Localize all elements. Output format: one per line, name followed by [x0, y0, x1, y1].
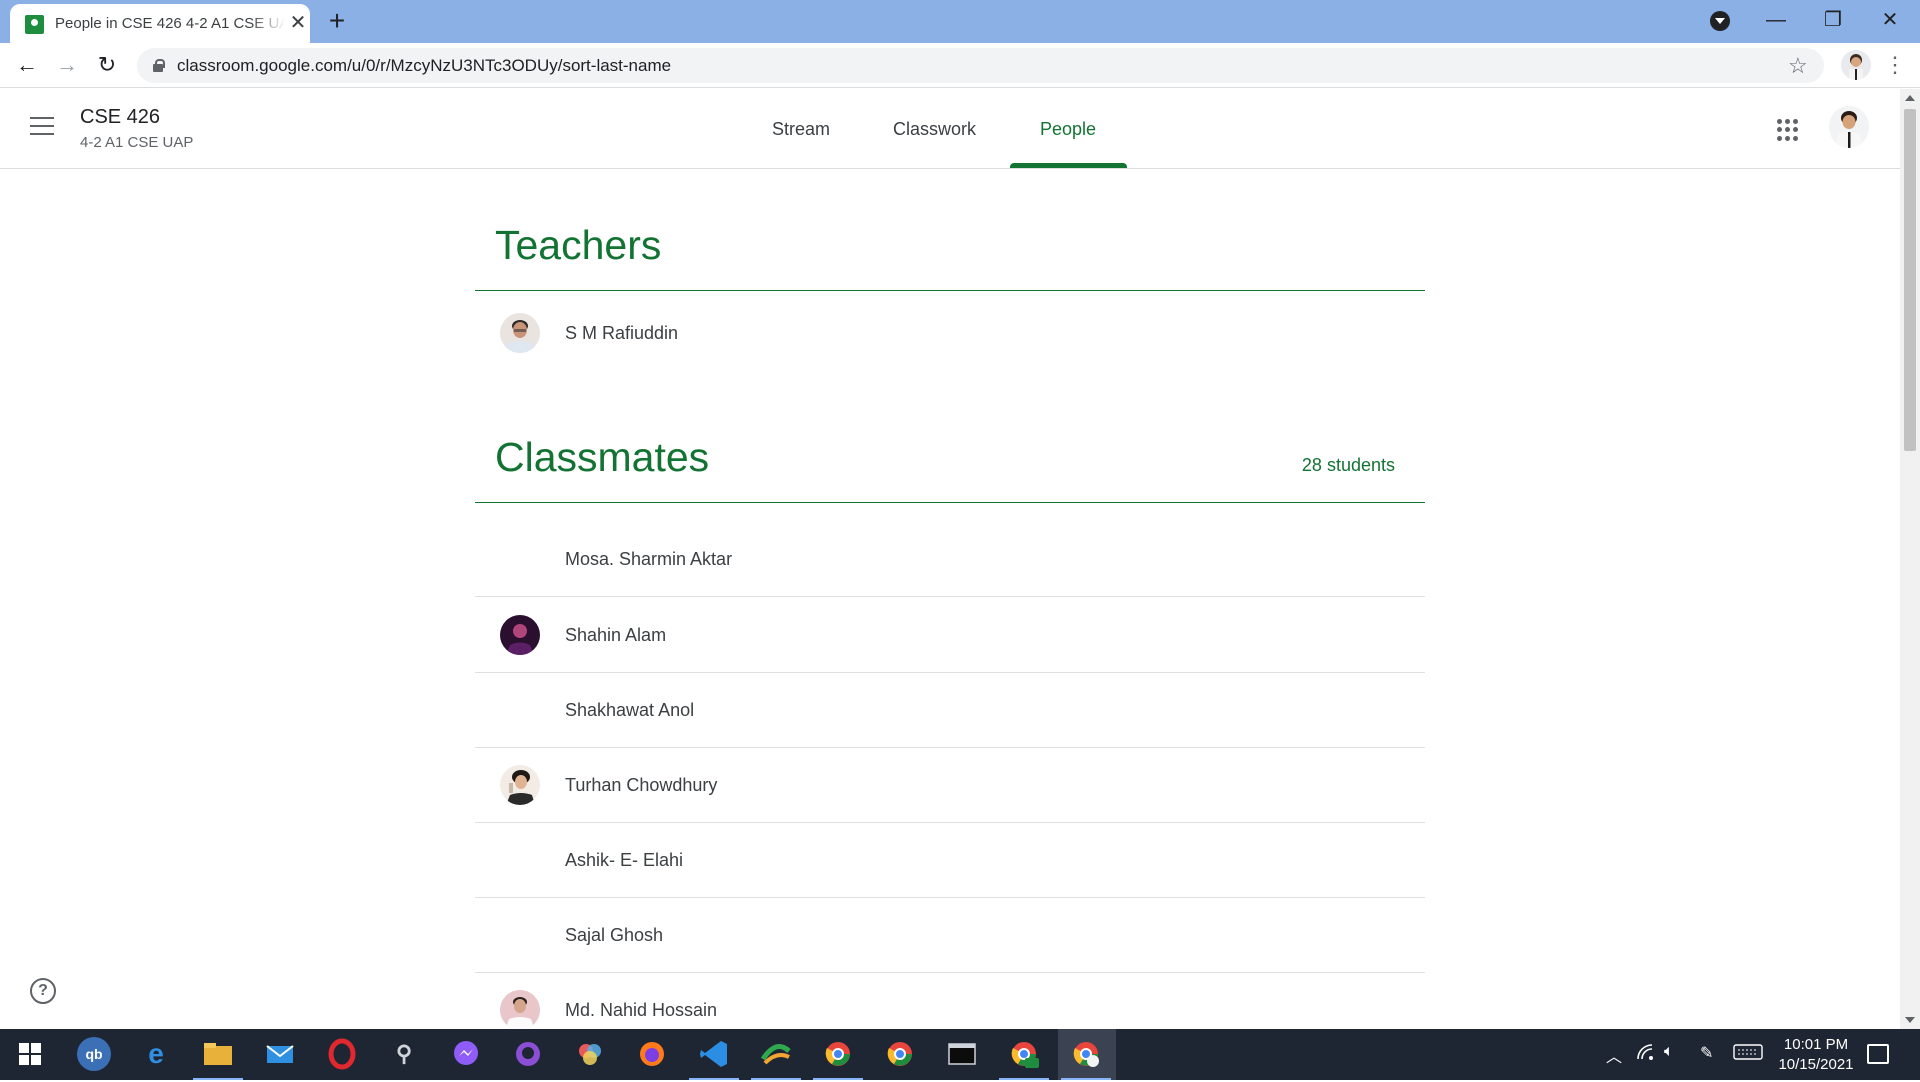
volume-icon[interactable]: 🔈︎	[1664, 1043, 1674, 1061]
student-name: Sajal Ghosh	[565, 925, 664, 945]
xampp-icon[interactable]	[751, 1037, 801, 1080]
scroll-up-arrow-icon[interactable]	[1905, 95, 1915, 101]
satellite-app-icon[interactable]: ⚲	[387, 1037, 421, 1071]
scroll-thumb[interactable]	[1904, 109, 1916, 451]
browser-tabstrip: People in CSE 426 4-2 A1 CSE UAP ✕ + — ❐…	[0, 0, 1920, 43]
restore-button[interactable]: ❐	[1810, 4, 1856, 36]
lock-icon[interactable]	[153, 59, 165, 72]
tab-classwork[interactable]: Classwork	[893, 119, 976, 140]
edge-icon[interactable]: e	[139, 1037, 173, 1071]
student-name: Shakhawat Anol	[565, 700, 695, 720]
notification-center-icon[interactable]	[1867, 1044, 1889, 1064]
help-icon[interactable]: ?	[30, 978, 56, 1004]
new-tab-button[interactable]: +	[322, 7, 352, 37]
close-window-button[interactable]: ✕	[1867, 4, 1913, 36]
browser-tab-active[interactable]: People in CSE 426 4-2 A1 CSE UAP ✕	[10, 4, 310, 43]
student-name: Ashik- E- Elahi	[565, 850, 684, 870]
tab-title: People in CSE 426 4-2 A1 CSE UAP	[55, 15, 285, 32]
forward-icon[interactable]: →	[51, 49, 83, 81]
tab-search-icon[interactable]	[1710, 11, 1730, 31]
reload-icon[interactable]: ↻	[91, 49, 123, 81]
class-section: 4-2 A1 CSE UAP	[80, 134, 194, 151]
chrome-profile-icon[interactable]	[813, 1037, 863, 1080]
wifi-icon[interactable]	[1636, 1043, 1656, 1068]
student-row[interactable]: Shakhawat Anol	[475, 673, 1425, 748]
terminal-icon[interactable]	[945, 1037, 979, 1071]
url-text[interactable]: classroom.google.com/u/0/r/MzcyNzU3NTc3O…	[177, 56, 671, 76]
qbittorrent-icon[interactable]: qb	[77, 1037, 111, 1071]
page-scrollbar[interactable]	[1900, 89, 1920, 1029]
address-bar[interactable]: classroom.google.com/u/0/r/MzcyNzU3NTc3O…	[137, 48, 1824, 83]
mail-icon[interactable]	[263, 1037, 297, 1071]
active-tab-indicator	[1010, 163, 1127, 168]
taskbar-clock[interactable]: 10:01 PM 10/15/2021	[1773, 1035, 1859, 1075]
chrome-ek-icon[interactable]	[999, 1037, 1049, 1080]
student-row[interactable]: Mosa. Sharmin Aktar	[475, 522, 1425, 597]
clock-date: 10/15/2021	[1778, 1056, 1854, 1073]
vscode-icon[interactable]	[689, 1037, 739, 1080]
teacher-avatar	[500, 313, 540, 353]
keyboard-icon[interactable]	[1733, 1043, 1763, 1066]
browser-toolbar: ← → ↻ classroom.google.com/u/0/r/MzcyNzU…	[0, 43, 1920, 88]
student-name: Mosa. Sharmin Aktar	[565, 549, 733, 569]
classroom-header: CSE 426 4-2 A1 CSE UAP Stream Classwork …	[0, 89, 1900, 169]
windows-start-icon[interactable]	[19, 1043, 41, 1065]
tab-people[interactable]: People	[1040, 119, 1096, 140]
firefox-icon[interactable]	[635, 1037, 669, 1071]
teachers-heading: Teachers	[495, 222, 662, 268]
bookmark-star-icon[interactable]: ☆	[1788, 53, 1808, 79]
back-icon[interactable]: ←	[11, 49, 43, 81]
file-explorer-icon[interactable]	[193, 1037, 243, 1080]
clock-time: 10:01 PM	[1783, 1036, 1849, 1053]
browser-profile-avatar[interactable]	[1841, 50, 1871, 80]
classmates-divider	[475, 502, 1425, 503]
scroll-down-arrow-icon[interactable]	[1905, 1017, 1915, 1023]
teacher-row[interactable]: S M Rafiuddin	[475, 296, 1425, 371]
show-hidden-icons-icon[interactable]: ︿	[1606, 1043, 1622, 1067]
browser-menu-icon[interactable]: ⋮	[1880, 49, 1910, 81]
minimize-button[interactable]: —	[1753, 4, 1799, 36]
chrome-active-icon[interactable]	[1061, 1037, 1111, 1080]
main-menu-icon[interactable]	[30, 117, 54, 135]
student-row[interactable]: Ashik- E- Elahi	[475, 823, 1425, 898]
classroom-favicon-icon	[25, 15, 44, 34]
student-avatar	[500, 990, 540, 1030]
student-row[interactable]: Sajal Ghosh	[475, 898, 1425, 973]
classmates-heading: Classmates	[495, 434, 710, 480]
tab-stream[interactable]: Stream	[772, 119, 830, 140]
student-avatar	[500, 765, 540, 805]
student-name: Turhan Chowdhury	[565, 775, 718, 795]
google-apps-icon[interactable]	[1777, 119, 1799, 141]
class-name[interactable]: CSE 426	[80, 106, 160, 129]
teacher-name: S M Rafiuddin	[565, 323, 679, 343]
account-avatar[interactable]	[1829, 106, 1869, 148]
student-avatar	[500, 615, 540, 655]
student-name: Shahin Alam	[565, 625, 667, 645]
paint-app-icon[interactable]	[573, 1037, 607, 1071]
github-desktop-icon[interactable]	[511, 1037, 545, 1071]
student-row[interactable]: Turhan Chowdhury	[475, 748, 1425, 823]
teachers-divider	[475, 290, 1425, 291]
student-row[interactable]: Shahin Alam	[475, 598, 1425, 673]
student-count: 28 students	[1301, 455, 1395, 475]
close-tab-icon[interactable]: ✕	[287, 12, 309, 34]
pen-icon[interactable]: ✎	[1700, 1043, 1713, 1063]
student-name: Md. Nahid Hossain	[565, 1000, 718, 1020]
windows-taskbar: qb e ⚲ ︿ 🔈︎ ✎ 10:01 PM 10/15/2021	[0, 1029, 1920, 1080]
chrome-icon[interactable]	[883, 1037, 917, 1071]
opera-icon[interactable]	[325, 1037, 359, 1071]
messenger-icon[interactable]	[449, 1037, 483, 1071]
